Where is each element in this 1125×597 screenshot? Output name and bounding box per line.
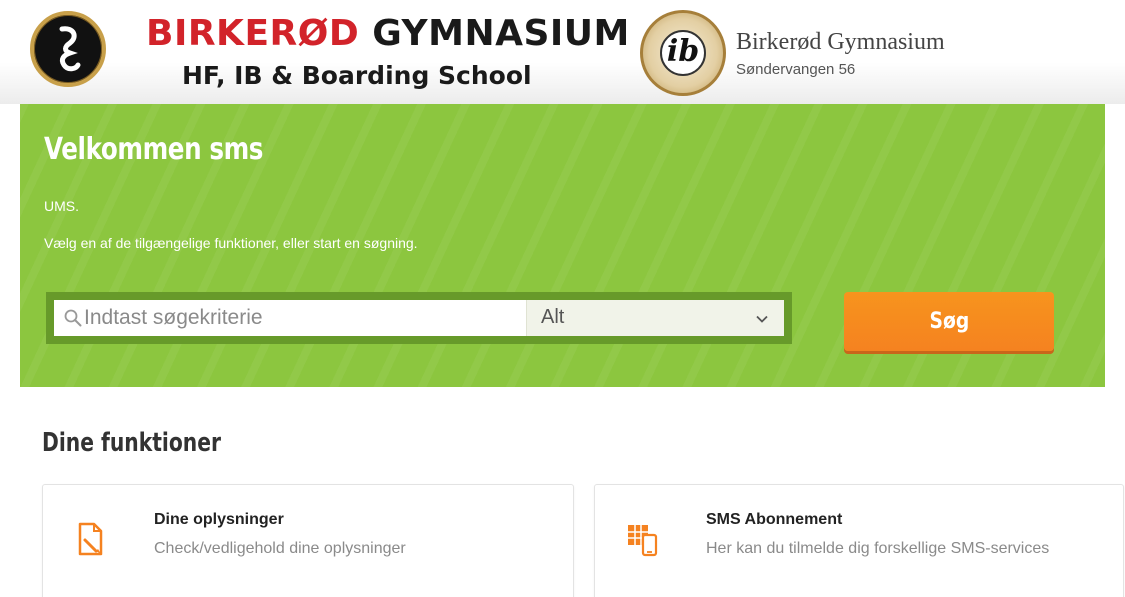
- search-icon: [64, 309, 82, 327]
- header: BIRKERØD GYMNASIUM HF, IB & Boarding Sch…: [0, 0, 1125, 104]
- welcome-heading: Velkommen sms: [44, 132, 264, 167]
- brand-subtitle: HF, IB & Boarding School: [182, 61, 532, 90]
- search-inner: Alt: [54, 300, 784, 336]
- card-title: Dine oplysninger: [154, 511, 284, 528]
- search-box: Alt: [46, 292, 792, 344]
- school-name: Birkerød Gymnasium: [736, 29, 945, 55]
- brand-title: BIRKERØD GYMNASIUM: [146, 12, 630, 56]
- search-input[interactable]: [84, 300, 554, 336]
- search-button-label: Søg: [929, 309, 969, 334]
- card-description: Check/vedligehold dine oplysninger: [154, 540, 406, 557]
- ib-logo: ib: [640, 10, 726, 96]
- chevron-down-icon: [756, 315, 768, 323]
- banner-instructions: Vælg en af de tilgængelige funktioner, e…: [44, 235, 418, 251]
- search-scope-value: Alt: [541, 306, 565, 328]
- school-logo[interactable]: [30, 11, 106, 87]
- sms-phone-icon: [628, 525, 658, 557]
- document-edit-icon: [78, 522, 103, 556]
- school-logo-icon: [59, 26, 81, 72]
- function-card-sms-abonnement[interactable]: SMS Abonnement Her kan du tilmelde dig f…: [594, 484, 1124, 597]
- search-button[interactable]: Søg: [844, 292, 1054, 351]
- search-scope-select[interactable]: Alt: [526, 300, 784, 336]
- brand-title-black: GYMNASIUM: [372, 13, 630, 54]
- brand-title-red: BIRKERØD: [146, 13, 360, 54]
- welcome-banner: Velkommen sms UMS. Vælg en af de tilgæng…: [20, 104, 1105, 387]
- functions-title: Dine funktioner: [42, 428, 221, 458]
- school-address: Søndervangen 56: [736, 61, 856, 78]
- page: BIRKERØD GYMNASIUM HF, IB & Boarding Sch…: [0, 0, 1125, 597]
- card-description: Her kan du tilmelde dig forskellige SMS-…: [706, 540, 1050, 557]
- banner-text-ums: UMS.: [44, 198, 79, 214]
- function-card-dine-oplysninger[interactable]: Dine oplysninger Check/vedligehold dine …: [42, 484, 574, 597]
- ib-logo-text: ib: [660, 30, 706, 76]
- card-title: SMS Abonnement: [706, 511, 843, 528]
